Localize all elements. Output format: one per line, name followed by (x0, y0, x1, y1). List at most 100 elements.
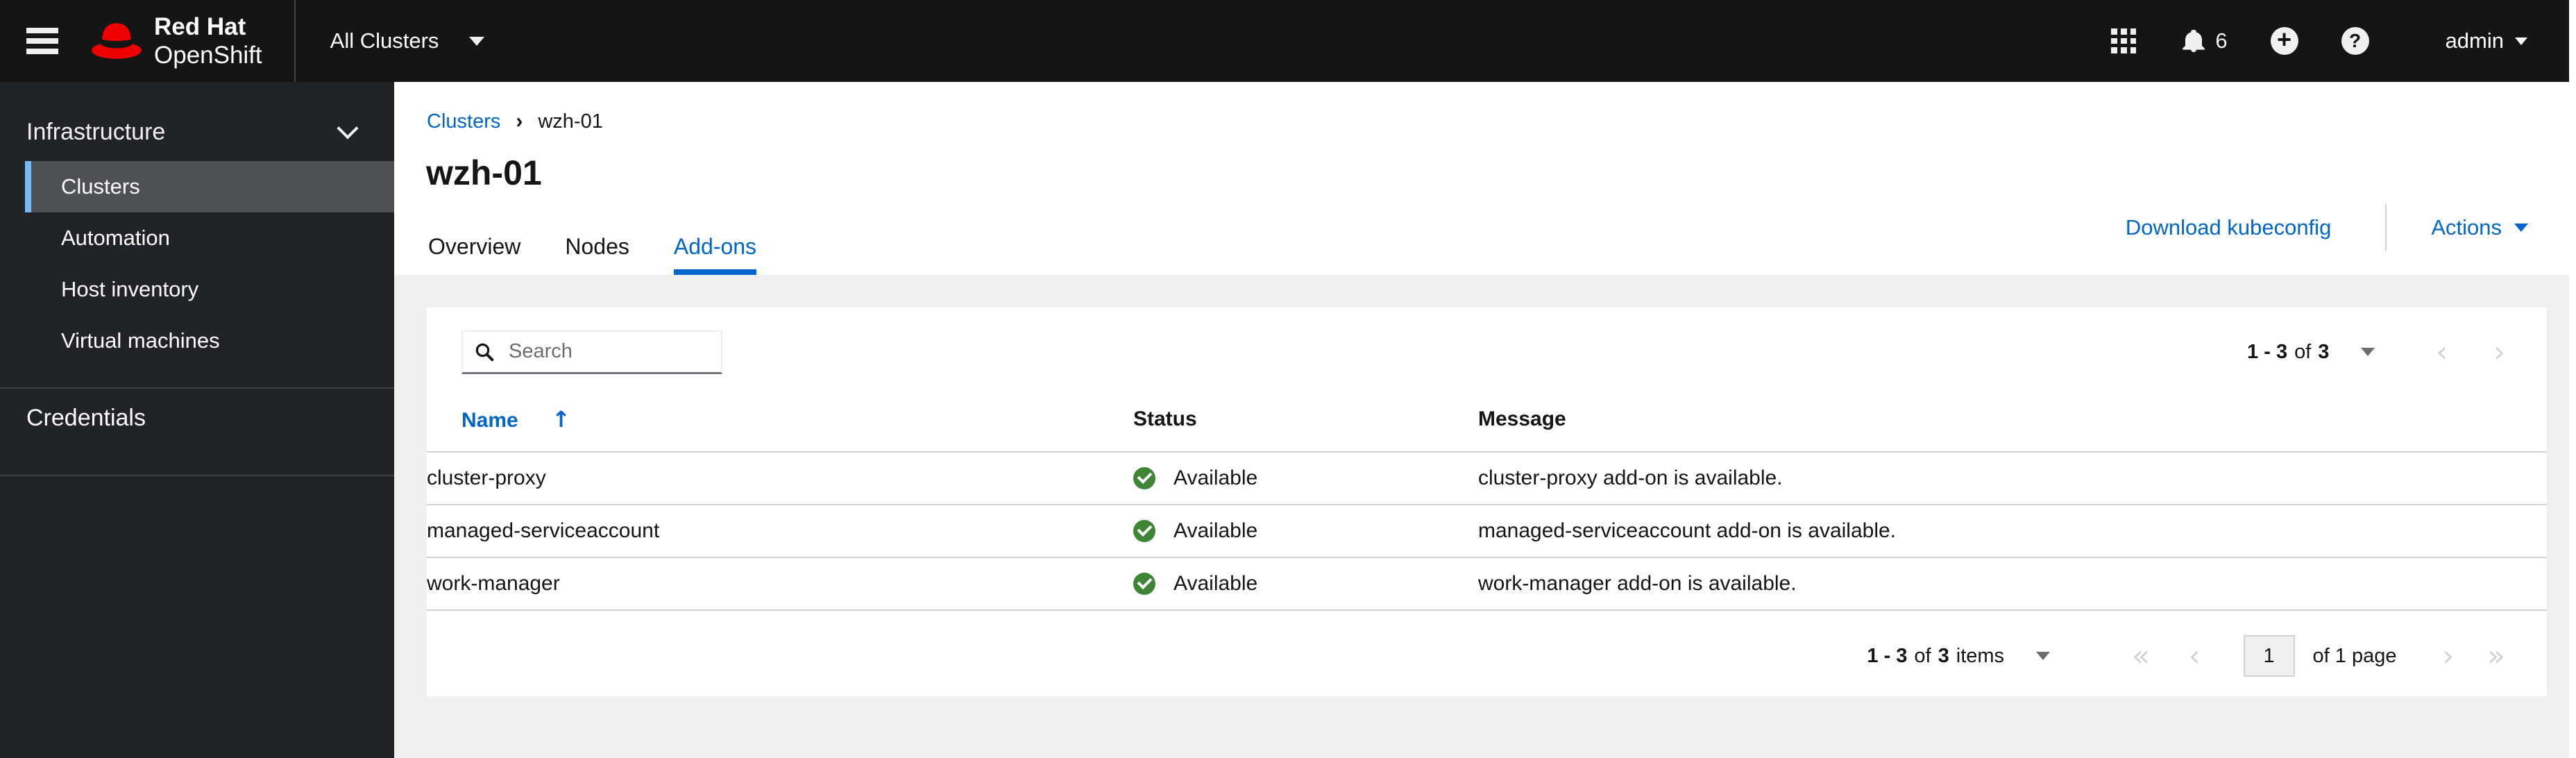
cluster-tabs: Overview Nodes Add-ons (406, 234, 779, 275)
question-icon: ? (2349, 30, 2362, 51)
addon-status-cell: Available (1133, 557, 1478, 611)
breadcrumb: Clusters › wzh-01 (427, 110, 603, 133)
pagination-total: 3 (2318, 340, 2330, 363)
table-header-row: Name ↑ Status Message (427, 387, 2547, 453)
content-area: 1 - 3 of 3 ‹ › Name ↑ (394, 275, 2576, 758)
page-header-actions: Download kubeconfig Actions (2126, 204, 2528, 251)
cluster-selector-dropdown[interactable]: All Clusters (330, 28, 485, 53)
addon-name-cell: work-manager (427, 557, 1133, 611)
sidebar-item-host-inventory[interactable]: Host inventory (0, 264, 394, 315)
cluster-selector-label: All Clusters (330, 28, 439, 53)
status-label: Available (1173, 466, 1258, 489)
addon-name-cell: managed-serviceaccount (427, 505, 1133, 558)
pagination-items-word: items (1956, 644, 2005, 667)
sidebar-item-list: Clusters Automation Host inventory Virtu… (0, 161, 394, 367)
column-label: Name (461, 409, 518, 432)
tab-label: Overview (428, 234, 521, 259)
brand-line2: OpenShift (154, 42, 262, 69)
tab-label: Nodes (565, 234, 629, 259)
pagination-range: 1 - 3 (1867, 644, 1908, 667)
nav-toggle-hamburger-icon[interactable] (26, 28, 58, 54)
sidebar-item-label: Automation (61, 226, 170, 250)
column-header-name[interactable]: Name ↑ (427, 387, 1133, 453)
addon-message-cell: work-manager add-on is available. (1478, 557, 2547, 611)
breadcrumb-current: wzh-01 (538, 110, 603, 133)
masthead-divider (294, 0, 296, 82)
page-header: Clusters › wzh-01 wzh-01 Download kubeco… (394, 82, 2576, 275)
sidebar-item-credentials[interactable]: Credentials (0, 389, 394, 447)
masthead: Red Hat OpenShift All Clusters 6 + ? adm… (0, 0, 2576, 82)
addon-status-cell: Available (1133, 452, 1478, 505)
addon-status-cell: Available (1133, 505, 1478, 558)
pagination-total: 3 (1938, 644, 1949, 667)
status-label: Available (1173, 519, 1258, 542)
table-row: work-manager Available work-manager add-… (427, 557, 2547, 611)
search-box (461, 330, 722, 374)
caret-down-icon (2515, 37, 2527, 45)
last-page-icon[interactable]: » (2487, 641, 2505, 671)
breadcrumb-clusters-link[interactable]: Clusters (427, 110, 500, 133)
column-header-message: Message (1478, 387, 2547, 453)
actions-divider (2385, 204, 2387, 251)
brand-text: Red Hat OpenShift (154, 12, 262, 69)
pagination-bottom: 1 - 3 of 3 items « ‹ of 1 page › » (1867, 635, 2505, 677)
redhat-openshift-logo[interactable]: Red Hat OpenShift (89, 12, 262, 69)
status-label: Available (1173, 572, 1258, 595)
app-launcher-icon[interactable] (2111, 28, 2137, 53)
download-kubeconfig-link[interactable]: Download kubeconfig (2126, 215, 2331, 240)
sidebar-nav: Infrastructure Clusters Automation Host … (0, 82, 394, 758)
next-page-icon[interactable]: › (2443, 641, 2455, 671)
addon-name-cell: cluster-proxy (427, 452, 1133, 505)
user-name: admin (2445, 28, 2504, 53)
sidebar-group-label: Infrastructure (26, 118, 166, 145)
user-menu-dropdown[interactable]: admin (2446, 28, 2527, 53)
tab-add-ons[interactable]: Add-ons (652, 234, 779, 275)
add-ons-table-card: 1 - 3 of 3 ‹ › Name ↑ (427, 308, 2547, 696)
current-page-input[interactable] (2243, 635, 2295, 677)
table-row: cluster-proxy Available cluster-proxy ad… (427, 452, 2547, 505)
caret-down-icon (469, 36, 485, 46)
pagination-top: 1 - 3 of 3 ‹ › (2247, 337, 2505, 367)
sort-ascending-icon: ↑ (552, 406, 570, 432)
table-row: managed-serviceaccount Available managed… (427, 505, 2547, 558)
check-circle-icon (1133, 467, 1155, 489)
page-title: wzh-01 (426, 153, 542, 192)
check-circle-icon (1133, 520, 1155, 542)
masthead-toolbar: 6 + ? admin (2111, 27, 2576, 55)
openshift-console-page: Red Hat OpenShift All Clusters 6 + ? adm… (0, 0, 2576, 758)
tab-nodes[interactable]: Nodes (543, 234, 652, 275)
next-page-icon[interactable]: › (2493, 337, 2505, 367)
sidebar-item-label: Credentials (26, 404, 146, 431)
chevron-down-icon (337, 117, 359, 140)
sidebar-item-label: Virtual machines (61, 328, 220, 353)
page-count-label: of 1 page (2312, 644, 2397, 667)
add-button[interactable]: + (2270, 25, 2298, 55)
add-ons-table: Name ↑ Status Message cluster-proxy Avai… (427, 387, 2547, 611)
sidebar-item-virtual-machines[interactable]: Virtual machines (0, 315, 394, 367)
actions-dropdown[interactable]: Actions (2431, 215, 2528, 240)
tab-overview[interactable]: Overview (406, 234, 543, 275)
check-circle-icon (1133, 573, 1155, 595)
search-icon (475, 343, 494, 361)
prev-page-icon[interactable]: ‹ (2189, 641, 2201, 671)
notifications-button[interactable]: 6 (2180, 28, 2228, 54)
sidebar-item-automation[interactable]: Automation (0, 212, 394, 264)
sidebar-divider (0, 475, 394, 476)
actions-label: Actions (2431, 215, 2502, 239)
first-page-icon[interactable]: « (2132, 641, 2150, 671)
table-toolbar: 1 - 3 of 3 ‹ › (461, 330, 2505, 374)
plus-icon: + (2277, 25, 2292, 53)
pagination-of: of (1914, 644, 1931, 667)
redhat-fedora-icon (92, 23, 142, 59)
brand-line1: Red Hat (154, 13, 246, 40)
help-button[interactable]: ? (2341, 27, 2369, 55)
sidebar-item-clusters[interactable]: Clusters (25, 161, 394, 212)
prev-page-icon[interactable]: ‹ (2436, 337, 2448, 367)
search-input[interactable] (507, 339, 711, 364)
sidebar-group-infrastructure[interactable]: Infrastructure (0, 110, 394, 154)
pagination-menu-caret-icon[interactable] (2361, 348, 2375, 356)
scrollbar[interactable] (2569, 0, 2576, 758)
addon-message-cell: cluster-proxy add-on is available. (1478, 452, 2547, 505)
pagination-menu-caret-icon[interactable] (2036, 652, 2051, 660)
sidebar-item-label: Clusters (61, 174, 140, 199)
